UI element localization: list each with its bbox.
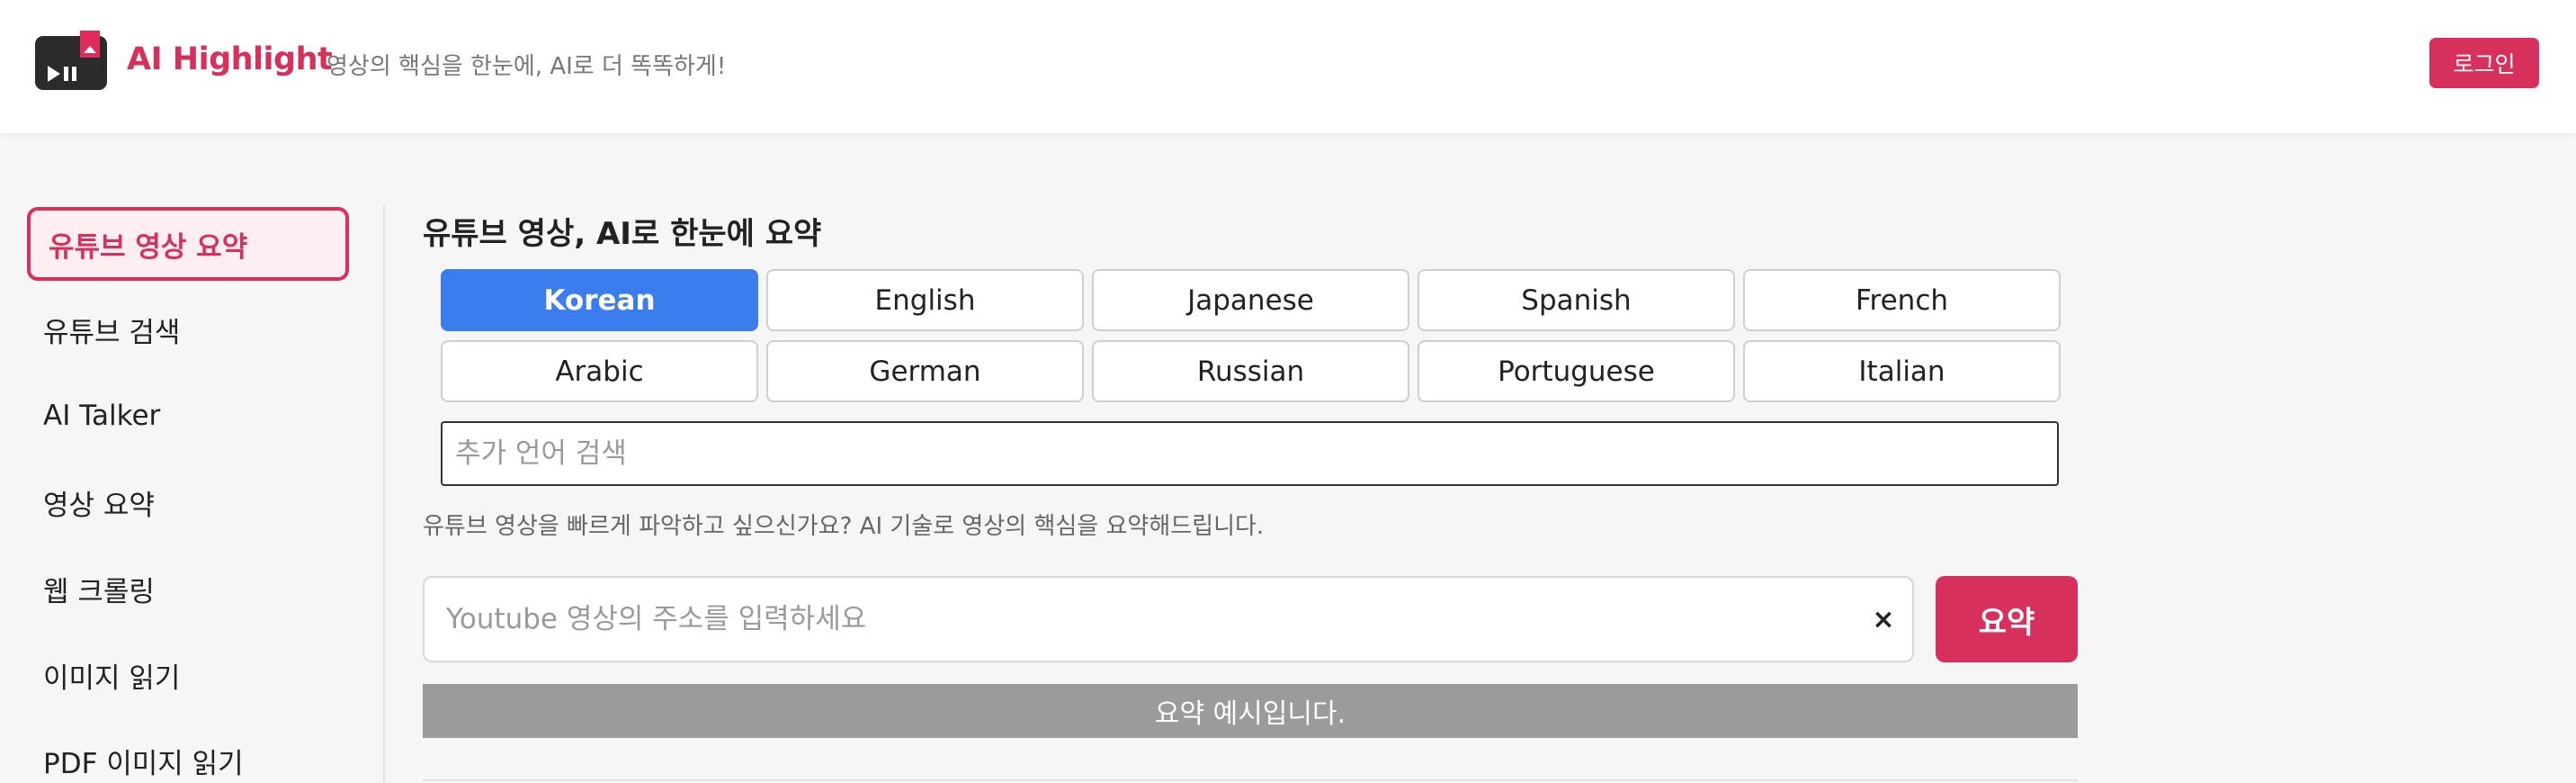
description-text: 유튜브 영상을 빠르게 파악하고 싶으신가요? AI 기술로 영상의 핵심을 요… [423, 513, 1265, 540]
sidebar-item-video-summary[interactable]: 영상 요약 [27, 465, 349, 539]
sidebar-item-youtube-search[interactable]: 유튜브 검색 [27, 292, 349, 366]
language-button-spanish[interactable]: Spanish [1418, 269, 1735, 331]
sidebar-item-ai-talker[interactable]: AI Talker [27, 379, 349, 453]
sidebar-item-web-crawling[interactable]: 웹 크롤링 [27, 552, 349, 626]
url-input-box: × [423, 576, 1914, 662]
content-divider [423, 779, 2078, 781]
language-button-english[interactable]: English [766, 269, 1084, 331]
sidebar-item-image-reading[interactable]: 이미지 읽기 [27, 638, 349, 712]
language-button-french[interactable]: French [1743, 269, 2061, 331]
tagline: 영상의 핵심을 한눈에, AI로 더 똑똑하게! [326, 53, 727, 80]
language-button-korean[interactable]: Korean [441, 269, 758, 331]
language-search-input[interactable] [441, 421, 2059, 486]
language-button-arabic[interactable]: Arabic [441, 340, 758, 402]
pause-bar-left [64, 67, 68, 81]
brand-name[interactable]: AI Highlight [127, 41, 333, 77]
language-button-japanese[interactable]: Japanese [1092, 269, 1409, 331]
summarize-button[interactable]: 요약 [1936, 576, 2078, 662]
sidebar-item-youtube-summary[interactable]: 유튜브 영상 요약 [27, 207, 349, 281]
bookmark-icon [80, 31, 100, 58]
clear-icon[interactable]: × [1867, 601, 1900, 637]
login-button[interactable]: 로그인 [2429, 38, 2539, 88]
sidebar-item-pdf-image-reading[interactable]: PDF 이미지 읽기 [27, 724, 349, 783]
top-header: AI Highlight 영상의 핵심을 한눈에, AI로 더 똑똑하게! 로그… [0, 0, 2576, 133]
pause-bar-right [72, 67, 76, 81]
language-button-german[interactable]: German [766, 340, 1084, 402]
sidebar-nav: 유튜브 영상 요약 유튜브 검색 AI Talker 영상 요약 웹 크롤링 이… [25, 205, 385, 783]
language-button-italian[interactable]: Italian [1743, 340, 2061, 402]
youtube-url-input[interactable] [425, 578, 1846, 661]
logo-icon[interactable] [35, 31, 107, 90]
play-icon [48, 66, 60, 82]
language-button-portuguese[interactable]: Portuguese [1418, 340, 1735, 402]
page-title: 유튜브 영상, AI로 한눈에 요약 [423, 216, 822, 252]
language-button-russian[interactable]: Russian [1092, 340, 1409, 402]
summary-example-banner: 요약 예시입니다. [423, 684, 2078, 738]
